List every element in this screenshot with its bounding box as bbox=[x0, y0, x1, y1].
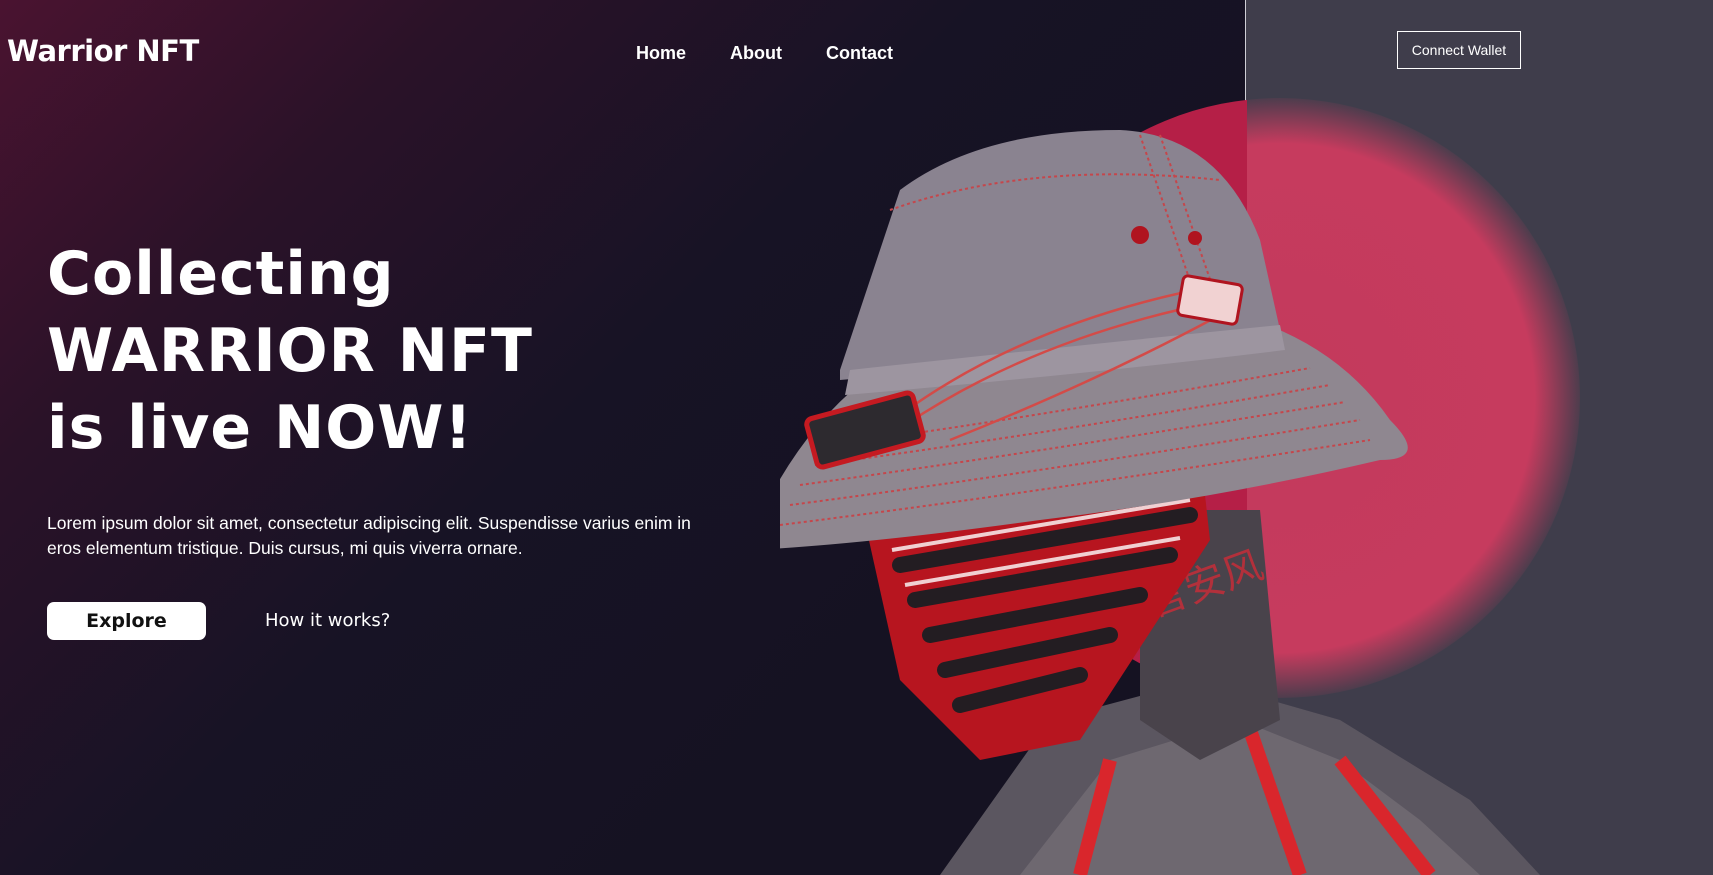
hero-description: Lorem ipsum dolor sit amet, consectetur … bbox=[47, 513, 691, 558]
hero-title-line-3: is live NOW! bbox=[47, 393, 473, 463]
hat-eyelet-left bbox=[1131, 226, 1149, 244]
site-logo[interactable]: Warrior NFT bbox=[7, 34, 199, 68]
nav-about-link[interactable]: About bbox=[730, 43, 782, 64]
hero-title-line-2: WARRIOR NFT bbox=[47, 316, 533, 386]
hat-eyelet-right bbox=[1188, 231, 1202, 245]
warrior-nft-artwork: 言安风 bbox=[780, 130, 1540, 875]
hero-title-line-1: Collecting bbox=[47, 239, 395, 309]
nav-home-link[interactable]: Home bbox=[636, 43, 686, 64]
how-it-works-link[interactable]: How it works? bbox=[265, 610, 390, 631]
hat-tag bbox=[1176, 274, 1244, 326]
main-nav: Home About Contact bbox=[636, 43, 893, 64]
explore-button[interactable]: Explore bbox=[47, 602, 206, 640]
landing-page: 言安风 Warrior NFT Home About Contact Conne… bbox=[0, 0, 1713, 875]
connect-wallet-button[interactable]: Connect Wallet bbox=[1397, 31, 1521, 69]
hero-title: Collecting WARRIOR NFT is live NOW! bbox=[47, 236, 533, 467]
nav-contact-link[interactable]: Contact bbox=[826, 43, 893, 64]
